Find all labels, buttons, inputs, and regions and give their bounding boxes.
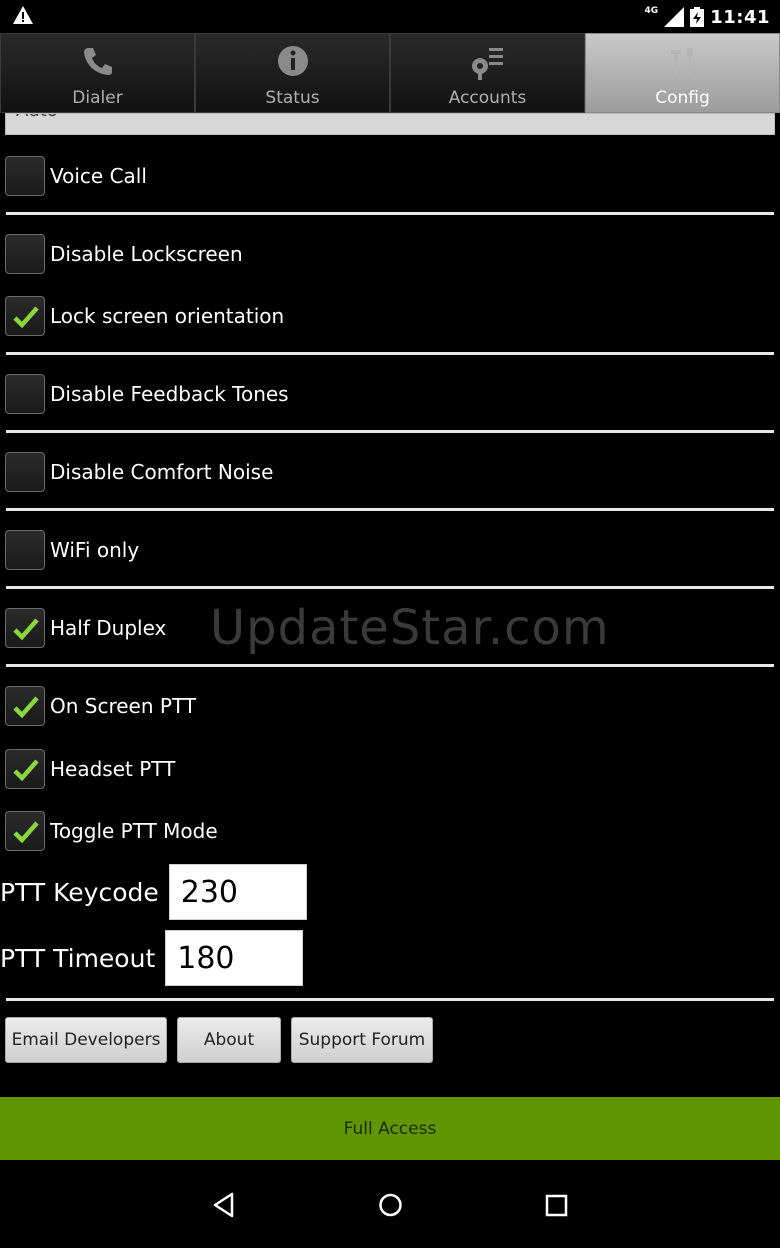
option-label: Disable Comfort Noise [50, 460, 274, 484]
full-access-button[interactable]: Full Access [0, 1097, 780, 1160]
disable-comfort-noise-option[interactable]: Disable Comfort Noise [5, 452, 273, 492]
option-label: Half Duplex [50, 616, 167, 640]
lock-orientation-option[interactable]: Lock screen orientation [5, 296, 284, 336]
disable-feedback-tones-option[interactable]: Disable Feedback Tones [5, 374, 289, 414]
toggle-ptt-mode-checkbox[interactable] [5, 811, 45, 851]
wifi-only-checkbox[interactable] [5, 530, 45, 570]
divider [6, 508, 774, 511]
battery-charging-icon [690, 7, 705, 27]
home-icon[interactable] [378, 1192, 403, 1218]
on-screen-ptt-checkbox[interactable] [5, 686, 45, 726]
tab-bar: Dialer Status Accounts Config [0, 33, 780, 113]
tab-label: Config [655, 88, 710, 108]
disable-lockscreen-checkbox[interactable] [5, 234, 45, 274]
ptt-timeout-row: PTT Timeout 180 [0, 929, 304, 987]
divider [6, 352, 774, 355]
ptt-keycode-label: PTT Keycode [0, 877, 159, 907]
divider [6, 212, 774, 215]
checkmark-icon [13, 306, 39, 329]
voice-call-checkbox[interactable] [5, 156, 45, 196]
option-label: Lock screen orientation [50, 304, 285, 328]
tab-label: Status [265, 88, 320, 108]
status-icons: 4G 11:41 [645, 4, 770, 30]
headset-ptt-option[interactable]: Headset PTT [5, 749, 175, 789]
warning-icon [13, 6, 33, 24]
option-label: Headset PTT [50, 757, 176, 781]
toggle-ptt-mode-option[interactable]: Toggle PTT Mode [5, 811, 218, 851]
info-icon [277, 46, 308, 76]
divider [6, 586, 774, 589]
tab-status[interactable]: Status [195, 33, 390, 113]
headset-ptt-checkbox[interactable] [5, 749, 45, 789]
ptt-keycode-input[interactable]: 230 [168, 864, 307, 920]
about-button[interactable]: About [177, 1017, 281, 1063]
tab-label: Dialer [72, 88, 123, 108]
recents-icon[interactable] [545, 1192, 568, 1218]
ptt-timeout-label: PTT Timeout [0, 943, 156, 973]
disable-comfort-noise-checkbox[interactable] [5, 452, 45, 492]
checkmark-icon [13, 618, 39, 641]
tab-config[interactable]: Config [585, 33, 780, 113]
tab-accounts[interactable]: Accounts [390, 33, 585, 113]
wifi-only-option[interactable]: WiFi only [5, 530, 139, 570]
email-developers-button[interactable]: Email Developers [5, 1017, 167, 1063]
network-type: 4G [644, 6, 659, 16]
clock: 11:41 [710, 6, 770, 28]
back-icon[interactable] [212, 1192, 236, 1218]
divider [6, 998, 774, 1001]
half-duplex-option[interactable]: Half Duplex [5, 608, 166, 648]
option-label: On Screen PTT [50, 694, 197, 718]
tools-icon [670, 48, 693, 74]
on-screen-ptt-option[interactable]: On Screen PTT [5, 686, 196, 726]
checkmark-icon [13, 759, 39, 782]
checkmark-icon [13, 696, 39, 719]
ptt-keycode-row: PTT Keycode 230 [0, 863, 307, 921]
option-label: Disable Lockscreen [50, 242, 243, 266]
status-bar: 4G 11:41 [0, 0, 780, 33]
phone-icon [83, 48, 112, 75]
disable-feedback-tones-checkbox[interactable] [5, 374, 45, 414]
support-forum-button[interactable]: Support Forum [291, 1017, 433, 1063]
mode-select-value: Auto [16, 114, 58, 121]
option-label: Disable Feedback Tones [50, 382, 289, 406]
key-icon [471, 48, 503, 80]
mode-select[interactable]: Auto [5, 113, 775, 135]
option-label: Voice Call [50, 164, 147, 188]
signal-icon [664, 7, 685, 27]
divider [6, 664, 774, 667]
half-duplex-checkbox[interactable] [5, 608, 45, 648]
tab-label: Accounts [448, 88, 527, 108]
disable-lockscreen-option[interactable]: Disable Lockscreen [5, 234, 243, 274]
checkmark-icon [13, 821, 39, 844]
navigation-bar [0, 1160, 780, 1248]
watermark: UpdateStar.com [210, 600, 610, 656]
divider [6, 430, 774, 433]
voice-call-option[interactable]: Voice Call [5, 156, 147, 196]
option-label: Toggle PTT Mode [50, 819, 218, 843]
lock-orientation-checkbox[interactable] [5, 296, 45, 336]
option-label: WiFi only [50, 538, 140, 562]
tab-dialer[interactable]: Dialer [0, 33, 195, 113]
ptt-timeout-input[interactable]: 180 [165, 930, 304, 986]
